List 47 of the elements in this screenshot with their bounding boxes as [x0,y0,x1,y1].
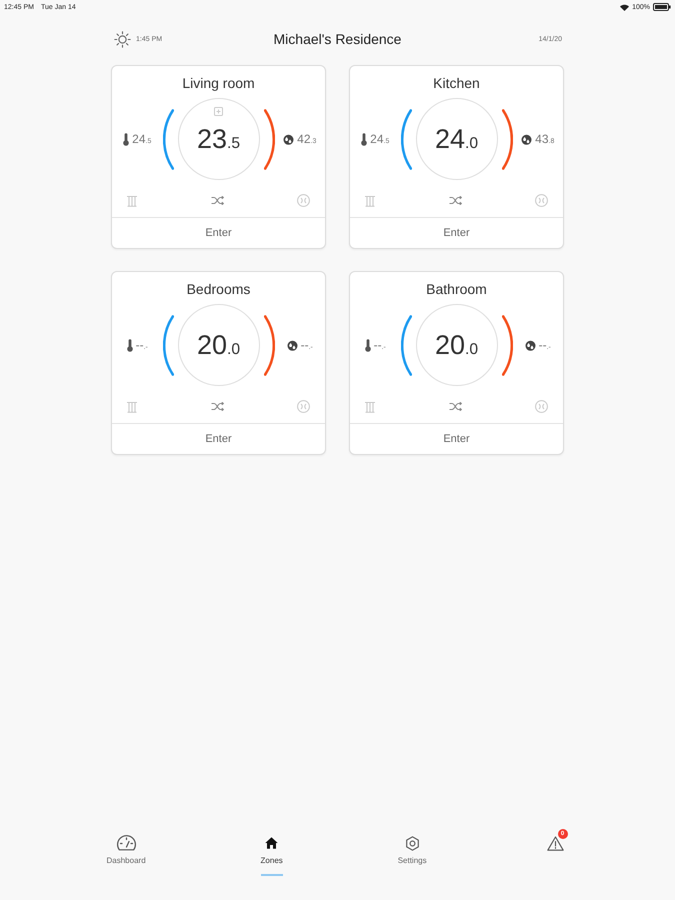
humidity-icon [521,134,532,144]
home-icon [265,837,278,849]
radiator-icon [364,194,376,206]
humidity-icon [524,340,536,350]
sun-icon [114,30,131,48]
thermometer-icon [364,338,371,352]
thermometer-icon [361,132,368,146]
heating-arc [264,314,274,376]
enter-button[interactable]: Enter [350,423,563,454]
residence-title: Michael's Residence [274,31,402,47]
nav-tab[interactable]: Zones [260,828,283,876]
shuffle-icon [211,402,224,411]
cooling-arc [400,108,412,170]
circle-icon [535,194,548,207]
enter-button[interactable]: Enter [112,423,325,454]
wifi-icon [620,4,630,10]
heating-arc [502,314,512,376]
thermometer-icon [123,132,130,146]
thermometer-icon [126,338,133,352]
nav-tab[interactable]: Settings [398,828,427,876]
radiator-icon [364,400,376,412]
warning-icon [546,836,564,850]
shuffle-icon [211,196,224,205]
battery-icon [653,3,671,11]
enter-button[interactable]: Enter [350,217,563,248]
zone-name: Kitchen [433,74,480,92]
heating-arc [502,108,512,170]
cooling-arc [162,108,174,170]
enter-button[interactable]: Enter [112,217,325,248]
circle-icon [297,194,310,207]
radiator-icon [126,194,138,206]
humidity-icon [286,340,298,350]
settings-icon [404,836,420,850]
zone-name: Living room [182,74,255,92]
cooling-arc [400,314,412,376]
zone-name: Bedrooms [186,280,250,298]
circle-icon [297,400,310,413]
humidity-icon [283,134,294,144]
zone-name: Bathroom [426,280,487,298]
radiator-icon [126,400,138,412]
heating-arc [264,108,274,170]
shuffle-icon [449,196,462,205]
circle-icon [535,400,548,413]
cooling-arc [162,314,174,376]
nav-tab[interactable]: Dashboard [106,828,146,876]
gauge-icon [116,835,137,851]
shuffle-icon [449,402,462,411]
